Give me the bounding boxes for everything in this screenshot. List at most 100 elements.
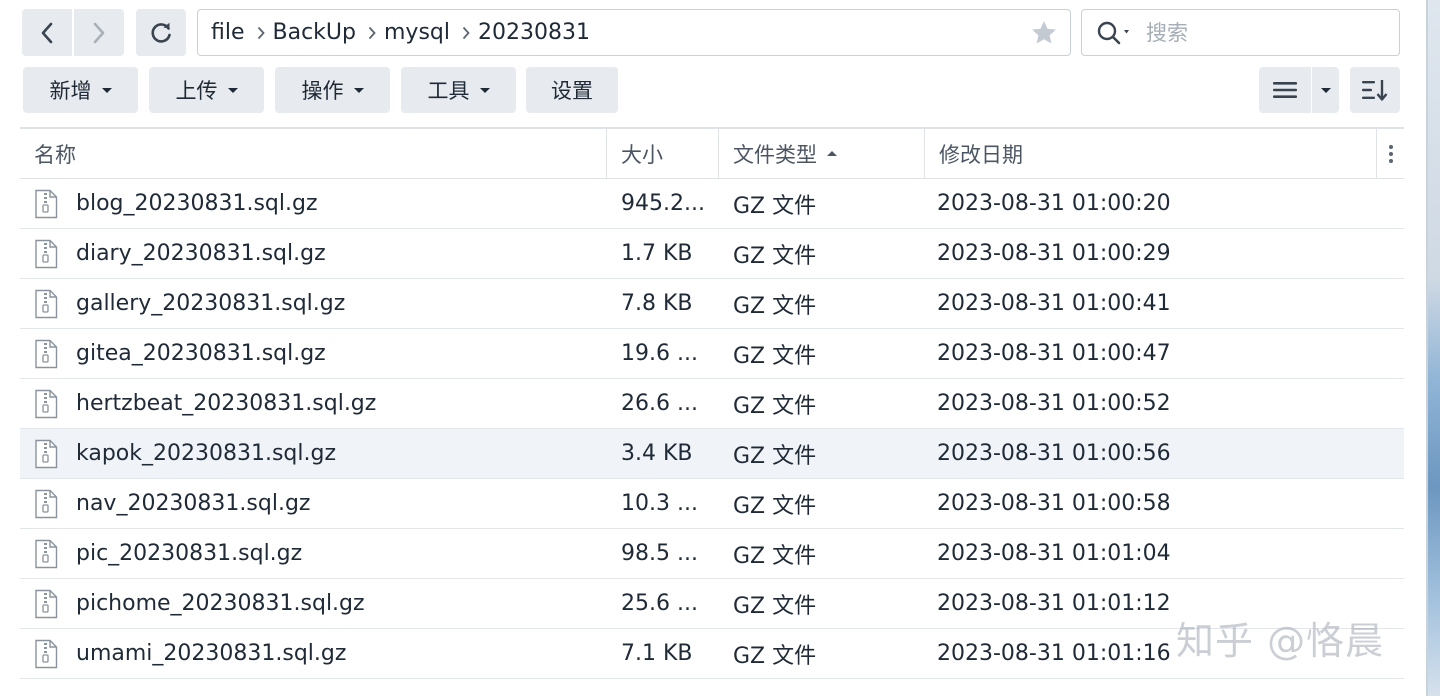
column-header-name[interactable]: 名称 — [20, 129, 607, 178]
file-modified-date: 2023-08-31 01:00:29 — [937, 241, 1171, 266]
file-name-cell[interactable]: kapok_20230831.sql.gz — [34, 429, 604, 478]
upload-button-label: 上传 — [175, 79, 218, 103]
file-name: umami_20230831.sql.gz — [76, 641, 347, 666]
column-header-date[interactable]: 修改日期 — [925, 129, 1377, 178]
tools-button-label: 工具 — [427, 79, 470, 103]
file-name-cell[interactable]: pichome_20230831.sql.gz — [34, 579, 604, 628]
table-row[interactable]: blog_20230831.sql.gz 945.2... GZ 文件 2023… — [20, 179, 1404, 229]
file-name: nav_20230831.sql.gz — [76, 491, 311, 516]
file-modified-date: 2023-08-31 01:00:41 — [937, 291, 1171, 316]
table-row[interactable]: hertzbeat_20230831.sql.gz 26.6 ... GZ 文件… — [20, 379, 1404, 429]
file-name-cell[interactable]: hertzbeat_20230831.sql.gz — [34, 379, 604, 428]
caret-down-icon — [1320, 87, 1331, 93]
settings-button[interactable]: 设置 — [526, 67, 618, 113]
file-name: pichome_20230831.sql.gz — [76, 591, 365, 616]
sort-button[interactable] — [1350, 67, 1400, 113]
file-size: 7.8 KB — [621, 291, 693, 316]
file-size: 98.5 ... — [621, 541, 698, 566]
breadcrumb-separator-icon — [257, 26, 265, 40]
column-header-date-label: 修改日期 — [939, 142, 1023, 167]
desktop-background-edge — [1426, 0, 1440, 696]
breadcrumb-item[interactable]: BackUp — [273, 20, 356, 45]
file-type: GZ 文件 — [733, 243, 817, 269]
column-header-size[interactable]: 大小 — [607, 129, 719, 178]
file-name-cell[interactable]: gallery_20230831.sql.gz — [34, 279, 604, 328]
address-bar[interactable]: file BackUp mysql 20230831 — [197, 9, 1071, 56]
file-name-cell[interactable]: nav_20230831.sql.gz — [34, 479, 604, 528]
column-options-button[interactable] — [1377, 129, 1404, 178]
file-size: 1.7 KB — [621, 241, 693, 266]
zip-file-icon — [35, 589, 58, 618]
file-name: gitea_20230831.sql.gz — [76, 341, 326, 366]
zip-file-icon — [35, 539, 58, 568]
table-row[interactable]: gallery_20230831.sql.gz 7.8 KB GZ 文件 202… — [20, 279, 1404, 329]
table-header: 名称 大小 文件类型 修改日期 — [20, 129, 1404, 179]
refresh-icon — [151, 22, 171, 43]
file-type: GZ 文件 — [733, 443, 817, 469]
view-mode-button[interactable] — [1259, 67, 1311, 113]
file-modified-date: 2023-08-31 01:00:56 — [937, 441, 1171, 466]
list-view-icon — [1273, 82, 1297, 98]
file-name-cell[interactable]: umami_20230831.sql.gz — [34, 629, 604, 678]
search-box[interactable] — [1081, 9, 1400, 56]
column-header-type[interactable]: 文件类型 — [719, 129, 925, 178]
file-size: 19.6 ... — [621, 341, 698, 366]
refresh-button[interactable] — [136, 9, 186, 56]
file-type: GZ 文件 — [733, 543, 817, 569]
zip-file-icon — [35, 189, 58, 218]
file-type: GZ 文件 — [733, 293, 817, 319]
breadcrumb-item[interactable]: file — [211, 20, 245, 45]
breadcrumb-separator-icon — [368, 26, 376, 40]
search-icon[interactable] — [1096, 20, 1136, 46]
chevron-left-icon — [41, 22, 53, 43]
table-row[interactable]: pic_20230831.sql.gz 98.5 ... GZ 文件 2023-… — [20, 529, 1404, 579]
caret-down-icon — [353, 87, 364, 93]
file-name: hertzbeat_20230831.sql.gz — [76, 391, 377, 416]
table-row[interactable]: gitea_20230831.sql.gz 19.6 ... GZ 文件 202… — [20, 329, 1404, 379]
forward-button[interactable] — [74, 9, 124, 56]
sort-icon — [1362, 80, 1388, 101]
settings-button-label: 设置 — [551, 79, 593, 103]
zip-file-icon — [35, 389, 58, 418]
caret-down-icon — [479, 87, 490, 93]
file-name-cell[interactable]: diary_20230831.sql.gz — [34, 229, 604, 278]
breadcrumb-item-current[interactable]: 20230831 — [478, 20, 590, 45]
file-name: kapok_20230831.sql.gz — [76, 441, 337, 466]
file-name-cell[interactable]: blog_20230831.sql.gz — [34, 179, 604, 228]
star-icon[interactable] — [1029, 18, 1059, 48]
file-type: GZ 文件 — [733, 393, 817, 419]
breadcrumb-item[interactable]: mysql — [384, 20, 450, 45]
view-mode-dropdown[interactable] — [1312, 67, 1339, 113]
back-button[interactable] — [22, 9, 72, 56]
caret-down-icon — [227, 87, 238, 93]
file-modified-date: 2023-08-31 01:00:58 — [937, 491, 1171, 516]
file-name-cell[interactable]: pic_20230831.sql.gz — [34, 529, 604, 578]
column-header-size-label: 大小 — [621, 142, 663, 167]
breadcrumb-separator-icon — [462, 26, 470, 40]
table-row[interactable]: diary_20230831.sql.gz 1.7 KB GZ 文件 2023-… — [20, 229, 1404, 279]
upload-button[interactable]: 上传 — [149, 67, 264, 113]
file-size: 26.6 ... — [621, 391, 698, 416]
file-modified-date: 2023-08-31 01:00:47 — [937, 341, 1171, 366]
file-size: 7.1 KB — [621, 641, 693, 666]
zip-file-icon — [35, 639, 58, 668]
chevron-right-icon — [93, 22, 105, 43]
new-button[interactable]: 新增 — [23, 67, 138, 113]
tools-button[interactable]: 工具 — [401, 67, 516, 113]
more-vertical-icon — [1388, 144, 1393, 163]
file-size: 25.6 ... — [621, 591, 698, 616]
file-name: blog_20230831.sql.gz — [76, 191, 318, 216]
action-button[interactable]: 操作 — [275, 67, 390, 113]
zip-file-icon — [35, 239, 58, 268]
table-row[interactable]: nav_20230831.sql.gz 10.3 ... GZ 文件 2023-… — [20, 479, 1404, 529]
file-name: pic_20230831.sql.gz — [76, 541, 303, 566]
file-modified-date: 2023-08-31 01:00:52 — [937, 391, 1171, 416]
file-name-cell[interactable]: gitea_20230831.sql.gz — [34, 329, 604, 378]
search-input[interactable] — [1144, 19, 1378, 46]
file-type: GZ 文件 — [733, 493, 817, 519]
file-modified-date: 2023-08-31 01:01:04 — [937, 541, 1171, 566]
zip-file-icon — [35, 489, 58, 518]
file-name: diary_20230831.sql.gz — [76, 241, 326, 266]
file-size: 10.3 ... — [621, 491, 698, 516]
table-row[interactable]: kapok_20230831.sql.gz 3.4 KB GZ 文件 2023-… — [20, 429, 1404, 479]
